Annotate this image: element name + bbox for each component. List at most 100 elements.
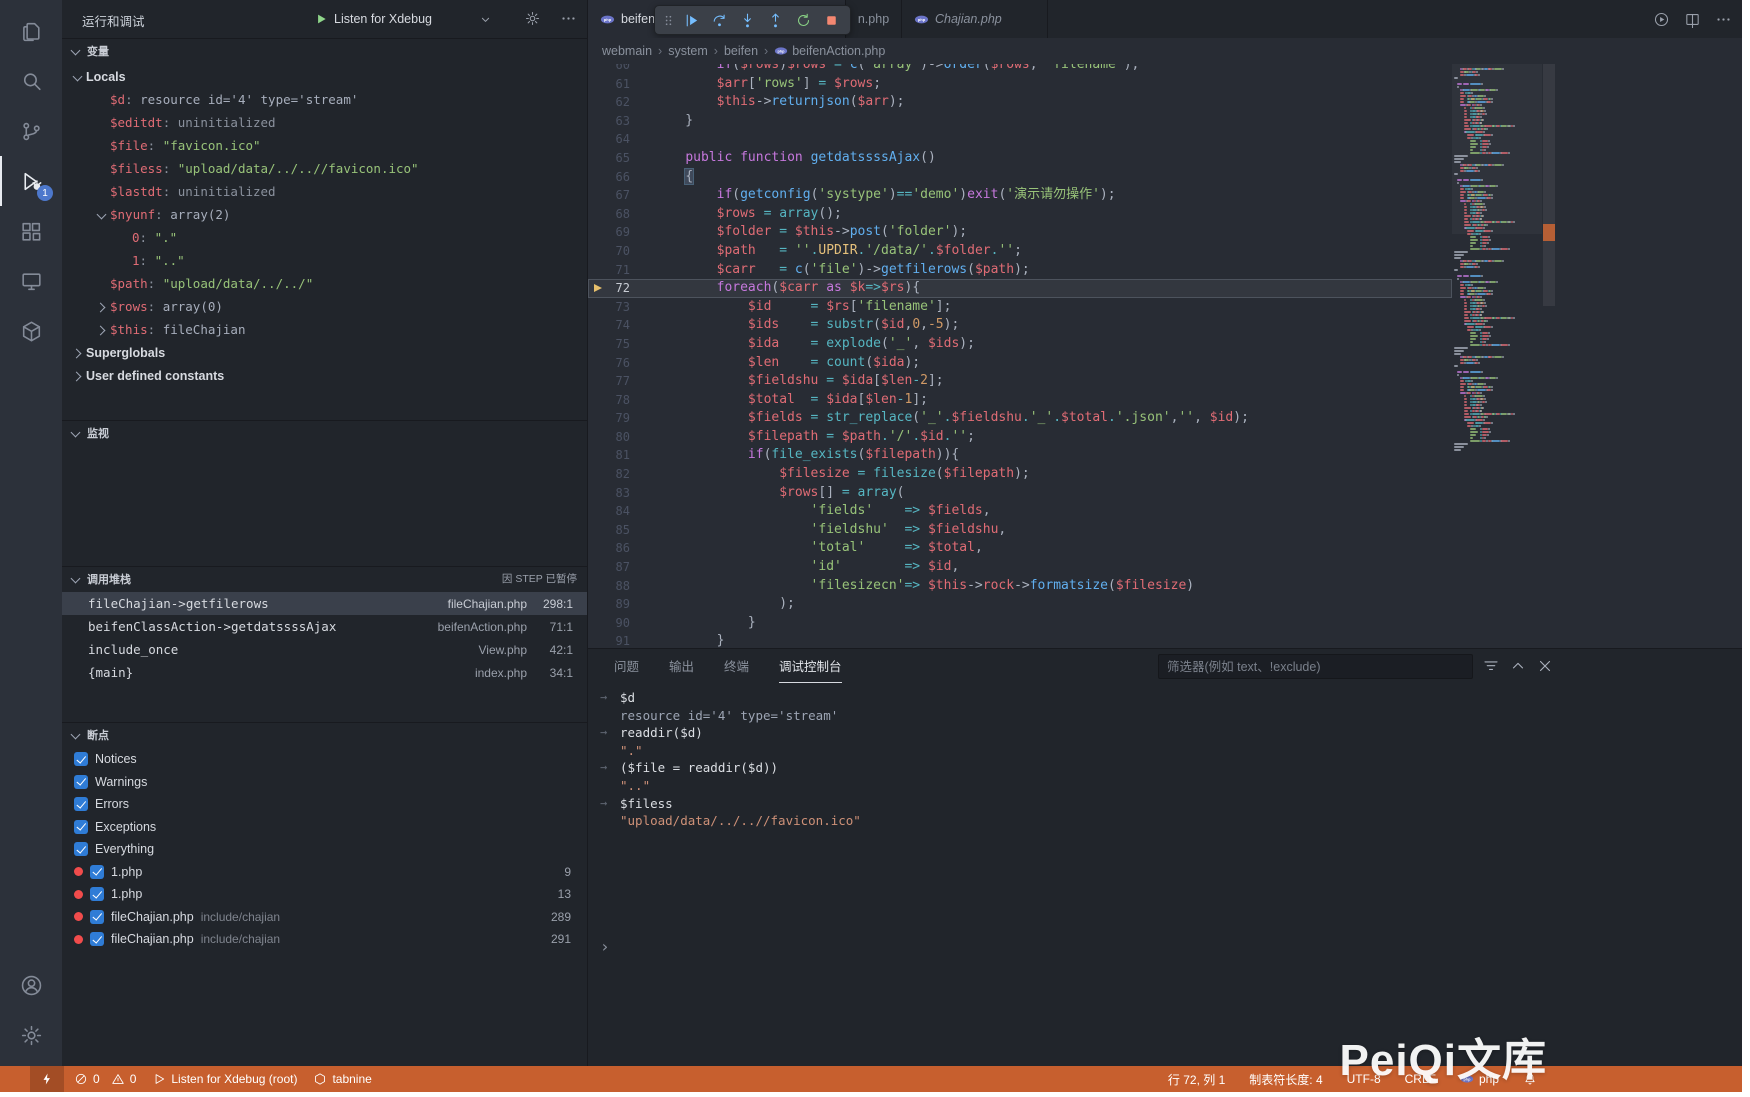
line-number[interactable]: 81 — [588, 446, 654, 465]
code-line[interactable]: 82 $filesize = filesize($filepath); — [588, 465, 1452, 484]
breakpoint-row[interactable]: Errors — [62, 793, 587, 816]
code-line[interactable]: 86 'total' => $total, — [588, 539, 1452, 558]
variable-row[interactable]: 0: "." — [62, 226, 587, 249]
editor-tab[interactable]: phpChajian.php — [902, 0, 1048, 38]
variable-row[interactable]: User defined constants — [62, 364, 587, 387]
console-filter-input[interactable] — [1158, 654, 1473, 679]
debug-status[interactable]: Listen for Xdebug (root) — [144, 1066, 305, 1092]
sidebar-more-actions-icon[interactable] — [560, 10, 577, 27]
code-line[interactable]: 76 $len = count($ida); — [588, 354, 1452, 373]
code-line[interactable]: 65 public function getdatssssAjax() — [588, 149, 1452, 168]
debug-step-out-button[interactable] — [762, 7, 788, 33]
code-line[interactable]: 61 $arr['rows'] = $rows; — [588, 75, 1452, 94]
activity-source-control[interactable] — [0, 106, 62, 156]
watch-section-header[interactable]: 监视 — [62, 420, 587, 444]
callstack-frame[interactable]: {main}index.php34:1 — [62, 661, 587, 684]
line-number[interactable]: 65 — [588, 149, 654, 168]
line-number[interactable]: 72 — [588, 279, 654, 298]
code-line[interactable]: 71 $carr = c('file')->getfilerows($path)… — [588, 261, 1452, 280]
code-line[interactable]: 60 if($rows)$rows = c('array')->order($r… — [588, 64, 1452, 75]
variable-row[interactable]: 1: ".." — [62, 249, 587, 272]
split-editor-icon[interactable] — [1684, 11, 1701, 28]
line-number[interactable]: 78 — [588, 391, 654, 410]
activity-test-explorer[interactable] — [0, 306, 62, 356]
breakpoint-checkbox[interactable] — [74, 842, 88, 856]
code-line[interactable]: 68 $rows = array(); — [588, 205, 1452, 224]
line-number[interactable]: 60 — [588, 64, 654, 75]
breakpoint-checkbox[interactable] — [74, 752, 88, 766]
line-number[interactable]: 66 — [588, 168, 654, 187]
code-line[interactable]: 81 if(file_exists($filepath)){ — [588, 446, 1452, 465]
breadcrumb-item[interactable]: beifen — [724, 44, 758, 58]
variable-row[interactable]: $nyunf: array(2) — [62, 203, 587, 226]
line-number[interactable]: 86 — [588, 539, 654, 558]
line-number[interactable]: 67 — [588, 186, 654, 205]
code-line[interactable]: 64 — [588, 130, 1452, 149]
line-number[interactable]: 73 — [588, 298, 654, 317]
code-line[interactable]: 62 $this->returnjson($arr); — [588, 93, 1452, 112]
code-line[interactable]: 89 ); — [588, 595, 1452, 614]
line-number[interactable]: 91 — [588, 632, 654, 648]
variable-row[interactable]: $path: "upload/data/../../" — [62, 272, 587, 295]
panel-tab[interactable]: 问题 — [614, 649, 639, 683]
breadcrumb-item[interactable]: system — [668, 44, 708, 58]
line-number[interactable]: 79 — [588, 409, 654, 428]
variable-row[interactable]: $editdt: uninitialized — [62, 111, 587, 134]
code-line[interactable]: 70 $path = ''.UPDIR.'/data/'.$folder.''; — [588, 242, 1452, 261]
start-debugging-icon[interactable] — [314, 12, 328, 26]
editor-tab[interactable]: n.php — [846, 0, 902, 38]
variable-row[interactable]: $filess: "upload/data/../..//favicon.ico… — [62, 157, 587, 180]
callstack-frame[interactable]: include_onceView.php42:1 — [62, 638, 587, 661]
launch-caret-down-icon[interactable] — [478, 12, 493, 27]
line-number[interactable]: 82 — [588, 465, 654, 484]
line-number[interactable]: 77 — [588, 372, 654, 391]
code-line[interactable]: 85 'fieldshu' => $fieldshu, — [588, 521, 1452, 540]
status-item[interactable]: 行 72, 列 1 — [1160, 1066, 1233, 1092]
line-number[interactable]: 70 — [588, 242, 654, 261]
breadcrumb-item[interactable]: webmain — [602, 44, 652, 58]
line-number[interactable]: 62 — [588, 93, 654, 112]
code-line[interactable]: 72 foreach($carr as $k=>$rs){ — [588, 279, 1452, 298]
console-filter-icon[interactable] — [1482, 657, 1500, 675]
code-line[interactable]: 74 $ids = substr($id,0,-5); — [588, 316, 1452, 335]
activity-explorer[interactable] — [0, 6, 62, 56]
line-number[interactable]: 85 — [588, 521, 654, 540]
code-line[interactable]: 77 $fieldshu = $ida[$len-2]; — [588, 372, 1452, 391]
scrollbar-slider[interactable] — [1543, 64, 1555, 306]
callstack-frame[interactable]: fileChajian->getfilerowsfileChajian.php2… — [62, 592, 587, 615]
code-editor[interactable]: 60 if($rows)$rows = c('array')->order($r… — [588, 64, 1742, 648]
debug-restart-button[interactable] — [790, 7, 816, 33]
breakpoint-row[interactable]: 1.php9 — [62, 861, 587, 884]
breakpoint-checkbox[interactable] — [90, 932, 104, 946]
debug-launch-config[interactable]: Listen for Xdebug — [314, 7, 493, 31]
breakpoint-row[interactable]: fileChajian.phpinclude/chajian289 — [62, 906, 587, 929]
line-number[interactable]: 69 — [588, 223, 654, 242]
code-line[interactable]: 78 $total = $ida[$len-1]; — [588, 391, 1452, 410]
debug-continue-button[interactable] — [678, 7, 704, 33]
breakpoint-row[interactable]: Warnings — [62, 771, 587, 794]
code-line[interactable]: 66 { — [588, 168, 1452, 187]
line-number[interactable]: 68 — [588, 205, 654, 224]
panel-tab[interactable]: 终端 — [724, 649, 749, 683]
code-line[interactable]: 73 $id = $rs['filename']; — [588, 298, 1452, 317]
line-number[interactable]: 89 — [588, 595, 654, 614]
code-line[interactable]: 67 if(getconfig('systype')=='demo')exit(… — [588, 186, 1452, 205]
code-line[interactable]: 91 } — [588, 632, 1452, 648]
variable-row[interactable]: Locals — [62, 65, 587, 88]
code-line[interactable]: 88 'filesizecn'=> $this->rock->formatsiz… — [588, 577, 1452, 596]
breakpoints-section-header[interactable]: 断点 — [62, 722, 587, 746]
line-number[interactable]: 64 — [588, 130, 654, 149]
panel-close-icon[interactable] — [1536, 657, 1554, 675]
minimap[interactable] — [1452, 64, 1542, 648]
debug-stop-button[interactable] — [818, 7, 844, 33]
line-number[interactable]: 87 — [588, 558, 654, 577]
line-number[interactable]: 71 — [588, 261, 654, 280]
editor-scrollbar[interactable] — [1542, 64, 1556, 648]
variables-section-header[interactable]: 变量 — [62, 38, 587, 62]
line-number[interactable]: 88 — [588, 577, 654, 596]
console-input[interactable]: › — [600, 937, 610, 956]
line-number[interactable]: 75 — [588, 335, 654, 354]
panel-maximize-icon[interactable] — [1509, 657, 1527, 675]
activity-search[interactable] — [0, 56, 62, 106]
breakpoint-checkbox[interactable] — [90, 865, 104, 879]
